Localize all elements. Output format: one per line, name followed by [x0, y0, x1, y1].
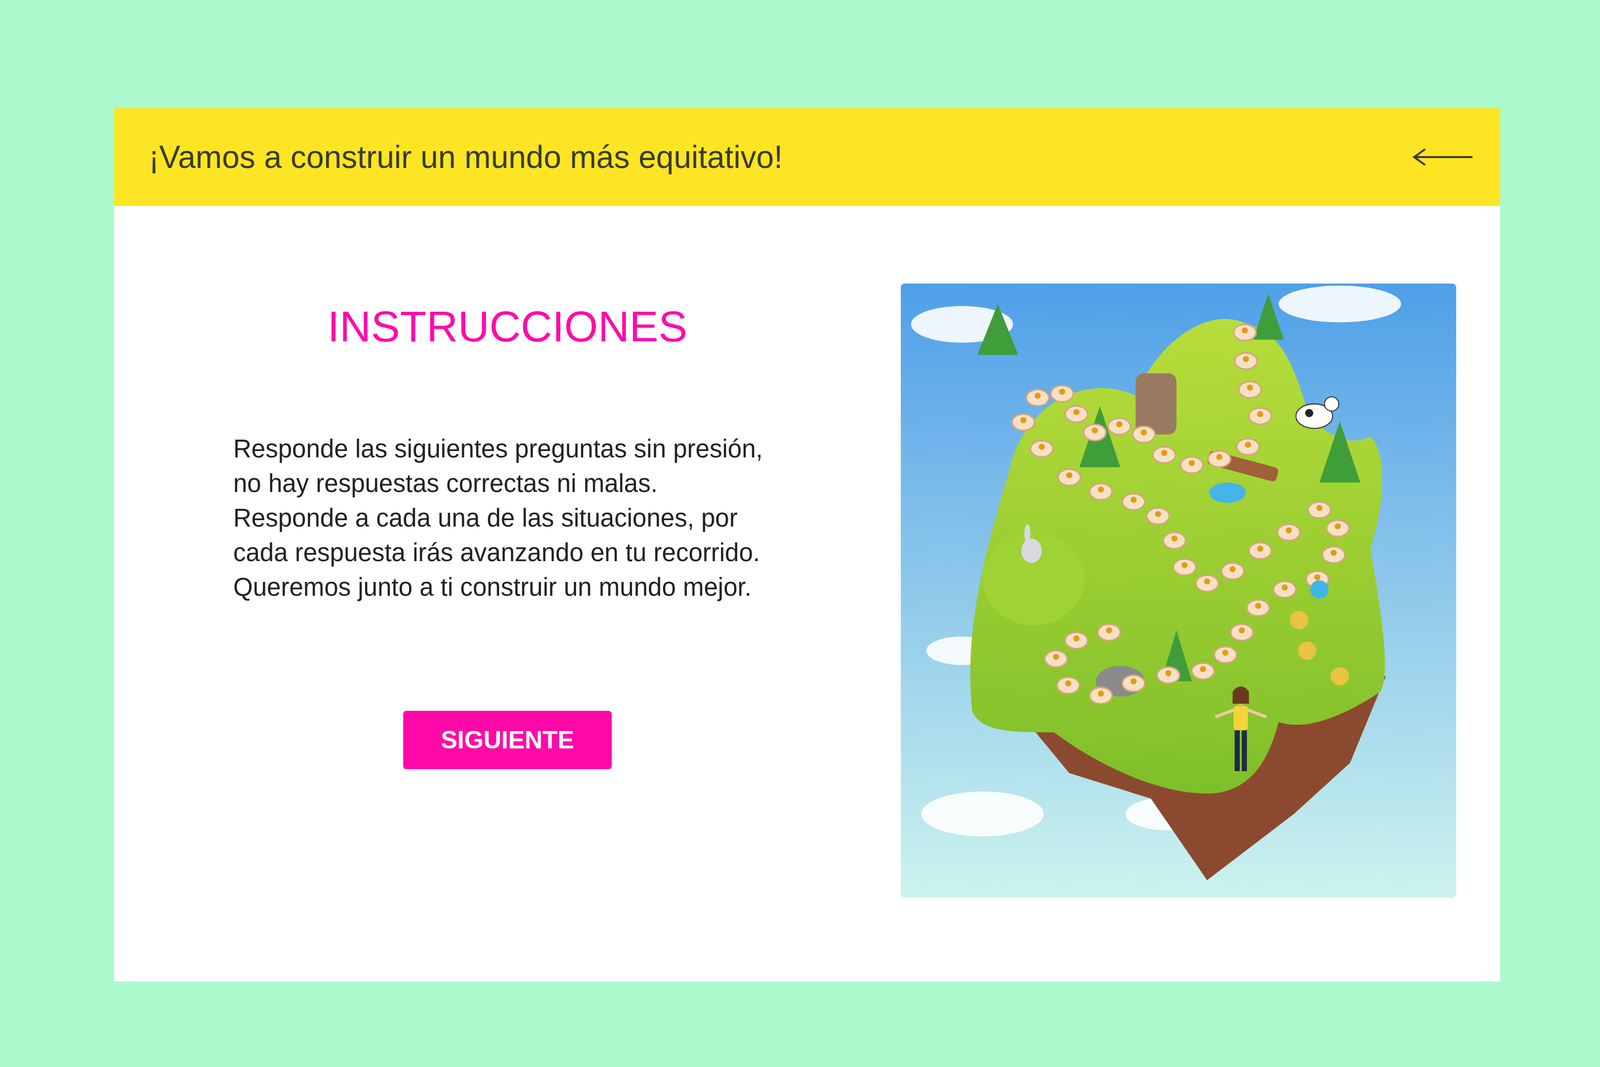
rock: [1095, 666, 1145, 697]
star-badge-icon: [1289, 580, 1349, 686]
next-button[interactable]: SIGUIENTE: [403, 711, 612, 770]
map-image: [900, 283, 1457, 898]
instructions-text: Responde las siguientes preguntas sin pr…: [233, 431, 772, 605]
tree-icon: [977, 294, 1361, 682]
cow-icon: [1296, 396, 1340, 429]
game-map-illustration: [900, 283, 1457, 898]
girl-character-icon: [1215, 686, 1266, 772]
hill: [982, 533, 1085, 626]
rabbit-icon: [1021, 524, 1042, 563]
pond: [1209, 482, 1246, 504]
instructions-panel: INSTRUCCIONES Responde las siguientes pre…: [114, 283, 901, 908]
instruction-paragraph: Queremos junto a ti construir un mundo m…: [233, 570, 772, 605]
card: ¡Vamos a construir un mundo más equitati…: [114, 108, 1501, 982]
instruction-paragraph: Responde las siguientes preguntas sin pr…: [233, 431, 772, 502]
back-button[interactable]: [1406, 142, 1481, 172]
header: ¡Vamos a construir un mundo más equitati…: [114, 108, 1501, 207]
back-arrow-icon: [1411, 147, 1476, 168]
rock-pillar: [1135, 373, 1177, 435]
island: [970, 319, 1386, 795]
path-dot-icon: [1011, 324, 1349, 705]
instruction-paragraph: Responde a cada una de las situaciones, …: [233, 501, 772, 571]
header-title: ¡Vamos a construir un mundo más equitati…: [148, 138, 783, 176]
page: ¡Vamos a construir un mundo más equitati…: [0, 0, 1600, 1067]
instructions-title: INSTRUCCIONES: [327, 300, 688, 353]
content: INSTRUCCIONES Responde las siguientes pre…: [114, 206, 1501, 982]
